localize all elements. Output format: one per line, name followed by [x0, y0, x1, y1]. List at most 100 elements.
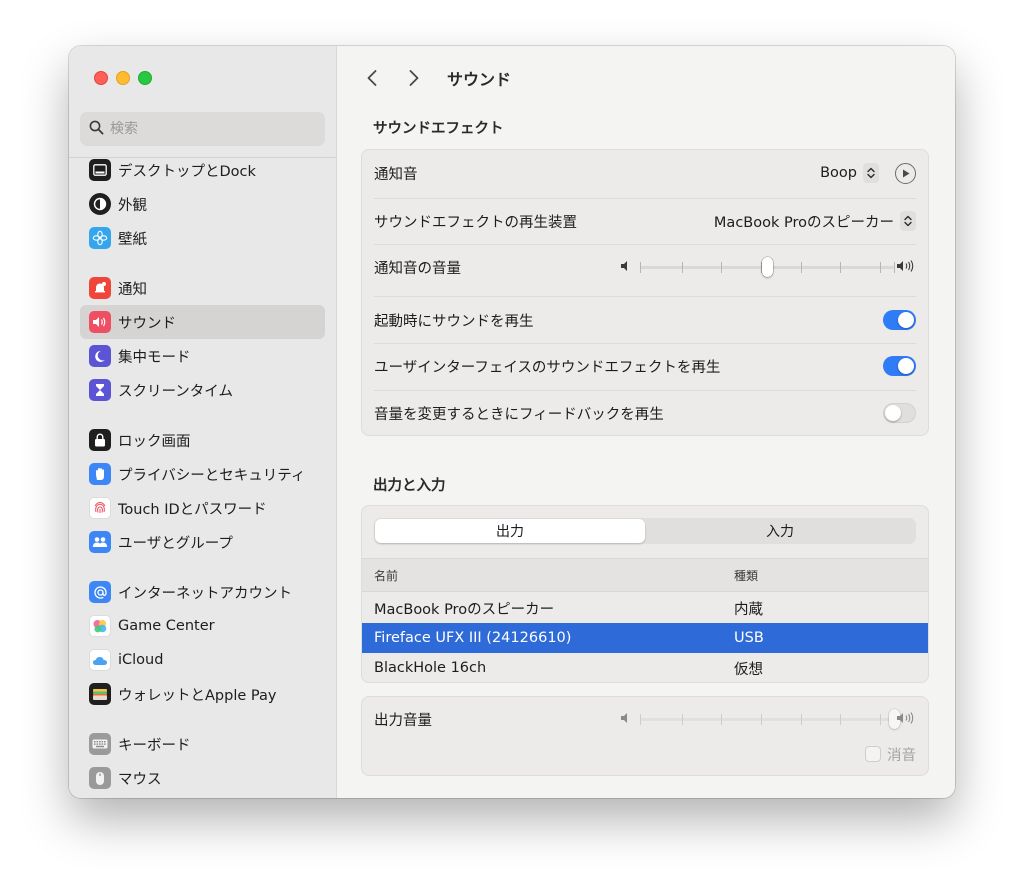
alert-volume-row: 通知音の音量 — [374, 252, 916, 282]
sidebar-item-desktop-dock[interactable]: デスクトップとDock — [80, 153, 325, 187]
ui-sound-label: ユーザインターフェイスのサウンドエフェクトを再生 — [374, 359, 721, 376]
settings-window: デスクトップとDock 外観 壁紙 通知 — [69, 46, 955, 798]
playback-device-label: サウンドエフェクトの再生装置 — [374, 214, 577, 231]
table-row[interactable]: BlackHole 16ch 仮想 — [362, 653, 928, 682]
sidebar-item-screen-time[interactable]: スクリーンタイム — [80, 373, 325, 407]
sidebar: デスクトップとDock 外観 壁紙 通知 — [69, 46, 337, 798]
slider-tick — [840, 714, 841, 725]
output-volume-slider[interactable] — [620, 706, 916, 732]
sidebar-item-label: スクリーンタイム — [118, 383, 233, 400]
play-alert-button[interactable] — [895, 162, 916, 184]
sidebar-item-focus[interactable]: 集中モード — [80, 339, 325, 373]
playback-device-popup[interactable]: MacBook Proのスピーカー — [714, 211, 916, 232]
volume-feedback-row: 音量を変更するときにフィードバックを再生 — [374, 398, 916, 428]
play-icon — [902, 169, 909, 177]
sidebar-item-label: マウス — [118, 771, 162, 788]
speaker-low-icon — [621, 261, 627, 271]
output-volume-label: 出力音量 — [374, 712, 432, 729]
alert-volume-slider[interactable] — [620, 254, 916, 280]
focus-moon-icon — [89, 345, 111, 367]
ui-sound-toggle[interactable] — [883, 356, 916, 376]
back-button[interactable] — [361, 64, 383, 92]
device-name: Fireface UFX III (24126610) — [374, 630, 572, 646]
row-divider — [374, 343, 916, 344]
playback-device-row: サウンドエフェクトの再生装置 MacBook Proのスピーカー — [374, 206, 916, 236]
sidebar-item-wallet[interactable]: ウォレットとApple Pay — [80, 677, 325, 711]
forward-button[interactable] — [403, 64, 425, 92]
sidebar-item-lock-screen[interactable]: ロック画面 — [80, 423, 325, 457]
table-row[interactable]: Fireface UFX III (24126610) USB — [362, 623, 928, 653]
column-header-type[interactable]: 種類 — [734, 559, 758, 591]
sound-icon — [89, 311, 111, 333]
appearance-icon — [89, 193, 111, 215]
wallpaper-icon — [89, 227, 111, 249]
sidebar-item-privacy[interactable]: プライバシーとセキュリティ — [80, 457, 325, 491]
alert-sound-value: Boop — [820, 165, 857, 181]
mute-checkbox[interactable] — [865, 746, 881, 762]
device-name: MacBook Proのスピーカー — [374, 601, 555, 618]
alert-sound-row: 通知音 Boop — [374, 158, 916, 188]
startup-sound-label: 起動時にサウンドを再生 — [374, 313, 534, 330]
slider-thumb[interactable] — [761, 257, 773, 277]
zoom-window-button[interactable] — [138, 71, 152, 85]
sidebar-item-label: 通知 — [118, 281, 147, 298]
mute-row: 消音 — [374, 741, 916, 767]
wallet-icon — [89, 683, 111, 705]
alert-sound-label: 通知音 — [374, 166, 418, 183]
notifications-icon — [89, 277, 111, 299]
game-center-icon — [89, 615, 111, 637]
device-type: 仮想 — [734, 661, 763, 678]
sidebar-item-label: Game Center — [118, 618, 215, 634]
sidebar-item-wallpaper[interactable]: 壁紙 — [80, 221, 325, 255]
sidebar-item-label: インターネットアカウント — [118, 585, 292, 602]
search-input[interactable] — [110, 121, 310, 137]
slider-tick — [880, 714, 881, 725]
speaker-high-icon — [897, 712, 914, 724]
alert-volume-label: 通知音の音量 — [374, 260, 461, 277]
fingerprint-icon — [89, 497, 111, 519]
sidebar-item-touch-id[interactable]: Touch IDとパスワード — [80, 491, 325, 525]
close-window-button[interactable] — [94, 71, 108, 85]
sidebar-nav: デスクトップとDock 外観 壁紙 通知 サウンド 集中モード スクリーンタイム… — [80, 153, 325, 795]
tab-output[interactable]: 出力 — [375, 519, 645, 543]
slider-tick — [761, 714, 762, 725]
sidebar-item-label: iCloud — [118, 652, 164, 668]
startup-sound-toggle[interactable] — [883, 310, 916, 330]
traffic-lights — [94, 71, 152, 85]
sidebar-item-keyboard[interactable]: キーボード — [80, 727, 325, 761]
mute-label: 消音 — [887, 747, 916, 764]
row-divider — [374, 390, 916, 391]
tab-input[interactable]: 入力 — [645, 519, 915, 543]
sidebar-item-label: Touch IDとパスワード — [118, 501, 267, 518]
sidebar-item-users-groups[interactable]: ユーザとグループ — [80, 525, 325, 559]
main-pane: サウンド サウンドエフェクト 通知音 Boop サウンドエフェクトの再生装置 M… — [337, 46, 955, 798]
sidebar-item-appearance[interactable]: 外観 — [80, 187, 325, 221]
sidebar-item-sound[interactable]: サウンド — [80, 305, 325, 339]
feedback-label: 音量を変更するときにフィードバックを再生 — [374, 406, 664, 423]
sidebar-item-internet-accounts[interactable]: インターネットアカウント — [80, 575, 325, 609]
search-field[interactable] — [80, 112, 325, 146]
slider-track — [640, 718, 894, 721]
table-row[interactable]: MacBook Proのスピーカー 内蔵 — [362, 593, 928, 623]
slider-tick — [640, 714, 641, 725]
toggle-knob — [885, 405, 901, 421]
sidebar-item-notifications[interactable]: 通知 — [80, 271, 325, 305]
minimize-window-button[interactable] — [116, 71, 130, 85]
sidebar-item-mouse[interactable]: マウス — [80, 761, 325, 795]
slider-tick — [721, 262, 722, 273]
toggle-knob — [898, 358, 914, 374]
device-table-header: 名前 種類 — [362, 558, 928, 592]
device-type: 内蔵 — [734, 601, 763, 618]
sidebar-item-icloud[interactable]: iCloud — [80, 643, 325, 677]
speaker-low-icon — [621, 713, 627, 723]
sidebar-item-game-center[interactable]: Game Center — [80, 609, 325, 643]
column-header-name[interactable]: 名前 — [374, 559, 398, 591]
row-divider — [374, 244, 916, 245]
alert-sound-popup[interactable]: Boop — [820, 162, 916, 184]
volume-feedback-toggle[interactable] — [883, 403, 916, 423]
row-divider — [374, 198, 916, 199]
sidebar-item-label: デスクトップとDock — [118, 163, 256, 180]
